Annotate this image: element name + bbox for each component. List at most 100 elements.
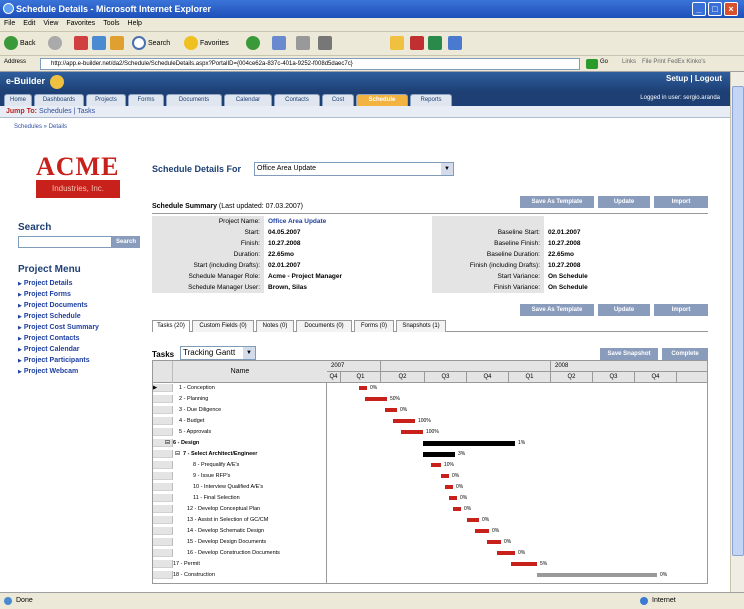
tab-documents[interactable]: Documents xyxy=(166,94,222,106)
search-toolbar-button[interactable]: Search xyxy=(132,36,170,52)
menu-file[interactable]: File xyxy=(0,18,19,29)
menu-project-forms[interactable]: Project Forms xyxy=(18,291,71,298)
gantt-bar[interactable] xyxy=(475,529,489,533)
gantt-view-select[interactable]: Tracking Gantt ▼ xyxy=(180,346,256,360)
menu-project-cost-summary[interactable]: Project Cost Summary xyxy=(18,324,99,331)
gantt-task-row[interactable]: 3 - Due Diligence xyxy=(153,406,327,414)
summary-left-value[interactable]: Office Area Update xyxy=(264,216,428,227)
menu-view[interactable]: View xyxy=(39,18,62,29)
row-selector[interactable] xyxy=(153,483,173,491)
tab-documents-sub[interactable]: Documents (0) xyxy=(296,320,352,332)
gantt-task-row[interactable]: 9 - Issue RFP's xyxy=(153,472,327,480)
row-selector[interactable]: ▶ xyxy=(153,384,173,392)
gantt-bar[interactable] xyxy=(537,573,657,577)
collapse-icon[interactable]: ⊟ xyxy=(175,450,180,458)
import-button-bottom[interactable]: Import xyxy=(654,304,708,316)
forward-button[interactable] xyxy=(48,36,64,52)
folder-button[interactable] xyxy=(390,36,406,52)
gantt-task-row[interactable]: 2 - Planning xyxy=(153,395,327,403)
links-label[interactable]: Links xyxy=(622,59,636,65)
tab-dashboards[interactable]: Dashboards xyxy=(34,94,84,106)
tab-tasks[interactable]: Tasks (20) xyxy=(152,320,190,332)
tab-home[interactable]: Home xyxy=(4,94,32,106)
close-button[interactable]: × xyxy=(724,2,738,16)
search-button[interactable]: Search xyxy=(112,236,140,248)
complete-button[interactable]: Complete xyxy=(662,348,708,360)
row-selector[interactable] xyxy=(153,494,173,502)
gantt-task-row[interactable]: ▶ 1 - Conception xyxy=(153,384,327,392)
tab-calendar[interactable]: Calendar xyxy=(224,94,272,106)
gantt-bar[interactable] xyxy=(487,540,501,544)
gantt-bar[interactable] xyxy=(385,408,397,412)
gantt-bar[interactable] xyxy=(467,518,479,522)
row-selector[interactable] xyxy=(153,472,173,480)
tab-snapshots[interactable]: Snapshots (1) xyxy=(396,320,446,332)
menu-project-participants[interactable]: Project Participants xyxy=(18,357,90,364)
save-as-template-button-bottom[interactable]: Save As Template xyxy=(520,304,594,316)
messenger-button[interactable] xyxy=(410,36,426,52)
gantt-bar[interactable] xyxy=(431,463,441,467)
row-selector[interactable] xyxy=(153,538,173,546)
menu-edit[interactable]: Edit xyxy=(19,18,39,29)
menu-help[interactable]: Help xyxy=(124,18,146,29)
address-input[interactable]: http://app.e-builder.net/da2/Schedule/Sc… xyxy=(40,58,580,70)
menu-project-details[interactable]: Project Details xyxy=(18,280,73,287)
print-button[interactable] xyxy=(296,36,312,52)
favorites-button[interactable]: Favorites xyxy=(184,36,229,52)
gantt-bar[interactable] xyxy=(511,562,537,566)
collapse-icon[interactable]: ⊟ xyxy=(165,439,170,447)
tab-forms[interactable]: Forms xyxy=(128,94,164,106)
row-selector[interactable] xyxy=(153,516,173,524)
gantt-task-row[interactable]: 10 - Interview Qualified A/E's xyxy=(153,483,327,491)
breadcrumb[interactable]: Schedules » Details xyxy=(14,124,67,130)
row-selector[interactable] xyxy=(153,560,173,568)
menu-project-documents[interactable]: Project Documents xyxy=(18,302,88,309)
back-button[interactable]: Back xyxy=(4,36,36,52)
gantt-task-row[interactable]: 14 - Develop Schematic Design xyxy=(153,527,327,535)
home-button[interactable] xyxy=(110,36,126,52)
setup-logout-links[interactable]: Setup | Logout xyxy=(666,74,722,83)
gantt-bar[interactable] xyxy=(445,485,453,489)
menu-tools[interactable]: Tools xyxy=(99,18,123,29)
row-selector[interactable] xyxy=(153,406,173,414)
gantt-bar[interactable] xyxy=(359,386,367,390)
gantt-bar[interactable] xyxy=(453,507,461,511)
gantt-task-row[interactable]: 17 - Permit xyxy=(153,560,327,568)
search-input[interactable] xyxy=(18,236,112,248)
row-selector[interactable] xyxy=(153,395,173,403)
gantt-bar[interactable] xyxy=(441,474,449,478)
refresh-button[interactable] xyxy=(92,36,108,52)
scrollbar-thumb[interactable] xyxy=(732,86,744,556)
row-selector[interactable] xyxy=(153,428,173,436)
discuss-button[interactable] xyxy=(448,36,464,52)
row-selector[interactable] xyxy=(153,505,173,513)
tab-schedule[interactable]: Schedule xyxy=(356,94,408,106)
gantt-task-row[interactable]: 7 - Select Architect/Engineer ⊟ xyxy=(153,450,327,458)
gantt-task-row[interactable]: 11 - Final Selection xyxy=(153,494,327,502)
gantt-bar[interactable] xyxy=(423,452,455,457)
edit-button[interactable] xyxy=(318,36,334,52)
tab-custom-fields[interactable]: Custom Fields (0) xyxy=(192,320,254,332)
gantt-task-row[interactable]: 16 - Develop Construction Documents xyxy=(153,549,327,557)
tab-cost[interactable]: Cost xyxy=(322,94,354,106)
gantt-bar[interactable] xyxy=(423,441,515,446)
gantt-bar[interactable] xyxy=(401,430,423,434)
gantt-bar[interactable] xyxy=(497,551,515,555)
gantt-task-row[interactable]: 15 - Develop Design Documents xyxy=(153,538,327,546)
gantt-task-row[interactable]: 13 - Assist in Selection of GC/CM xyxy=(153,516,327,524)
gantt-task-row[interactable]: 12 - Develop Conceptual Plan xyxy=(153,505,327,513)
update-button-bottom[interactable]: Update xyxy=(598,304,650,316)
menu-project-schedule[interactable]: Project Schedule xyxy=(18,313,81,320)
links-bar[interactable]: File Print FedEx Kinko's xyxy=(642,59,706,65)
gantt-bar[interactable] xyxy=(365,397,387,401)
ebuilder-logo[interactable]: e-Builder xyxy=(6,76,45,86)
mail-button[interactable] xyxy=(272,36,288,52)
research-button[interactable] xyxy=(428,36,444,52)
menu-favorites[interactable]: Favorites xyxy=(62,18,99,29)
menu-project-calendar[interactable]: Project Calendar xyxy=(18,346,80,353)
gantt-task-row[interactable]: 18 - Construction xyxy=(153,571,327,579)
gantt-bar[interactable] xyxy=(393,419,415,423)
go-button[interactable]: Go xyxy=(600,59,608,65)
gantt-task-row[interactable]: 4 - Budget xyxy=(153,417,327,425)
row-selector[interactable] xyxy=(153,549,173,557)
